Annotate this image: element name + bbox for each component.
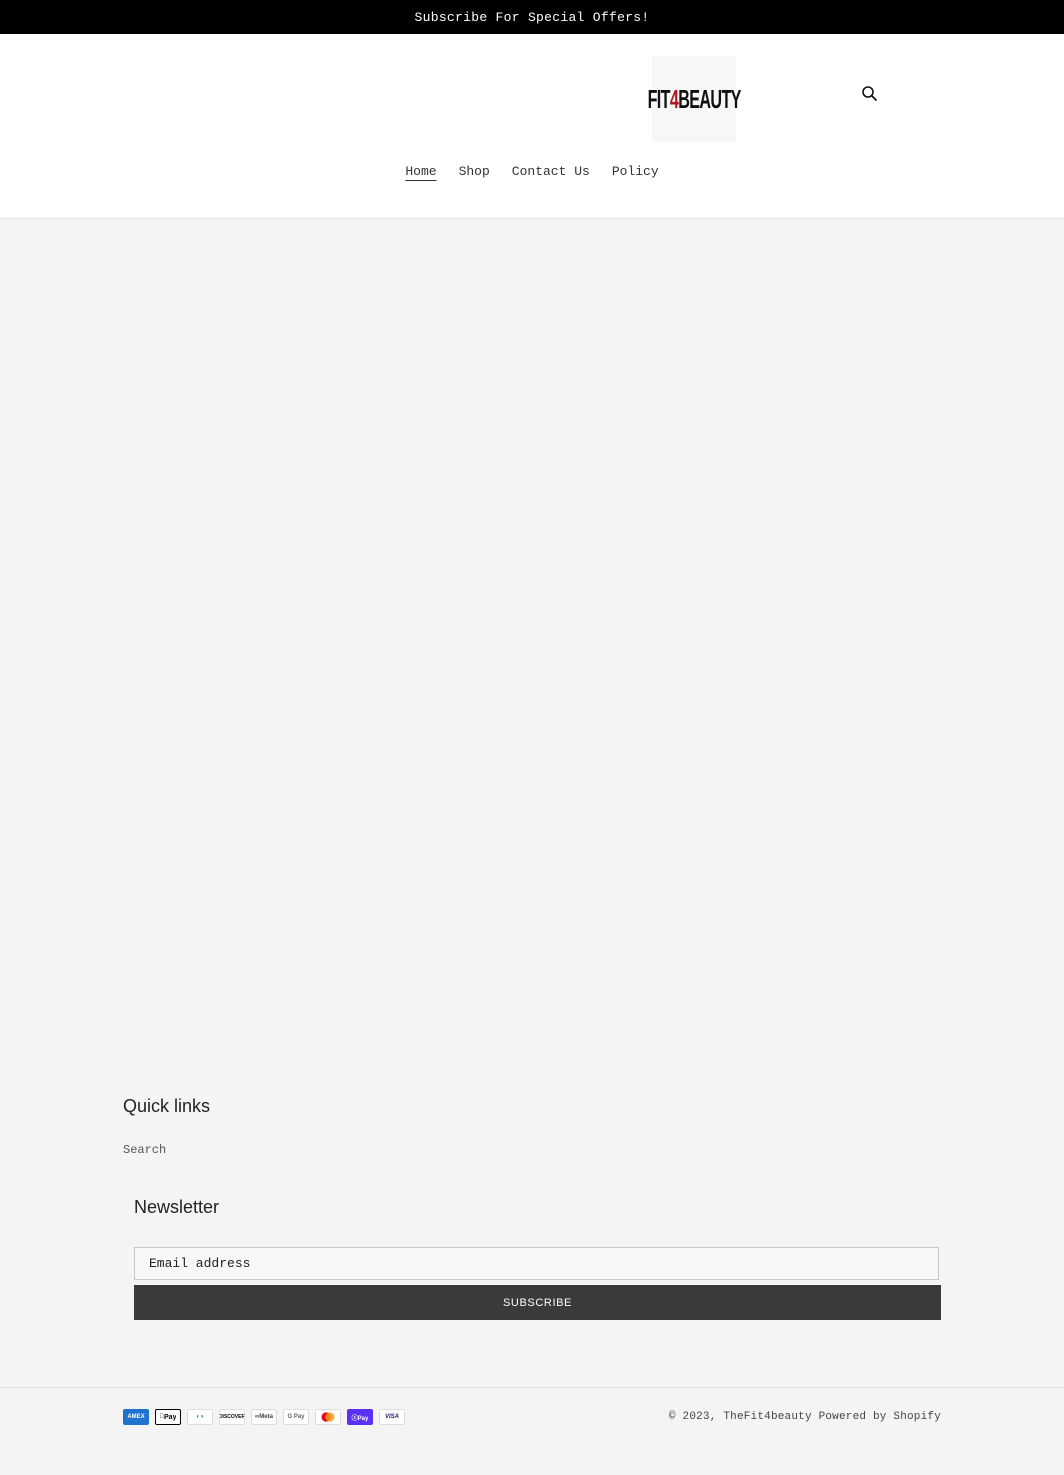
meta-pay-icon: ∞Meta [251, 1409, 277, 1425]
quick-link-search[interactable]: Search [123, 1143, 166, 1157]
nav-home[interactable]: Home [394, 164, 447, 179]
amex-icon: AMEX [123, 1409, 149, 1425]
payment-icons: AMEX Pay ◐◑ DISCOVER ∞Meta G Pay ⓢPay V… [123, 1409, 405, 1425]
logo-wordmark: FIT4BEAUTY [647, 83, 741, 114]
apple-pay-icon: Pay [155, 1409, 181, 1425]
store-logo[interactable]: FIT4BEAUTY [647, 56, 741, 142]
discover-icon: DISCOVER [219, 1409, 245, 1425]
footer-divider [0, 1387, 1064, 1388]
mastercard-icon [315, 1409, 341, 1425]
diners-club-icon: ◐◑ [187, 1409, 213, 1425]
newsletter-email-field[interactable] [134, 1247, 939, 1280]
quick-links-heading: Quick links [123, 1096, 211, 1116]
announcement-bar: Subscribe For Special Offers! [0, 0, 1064, 34]
nav-policy[interactable]: Policy [601, 164, 670, 179]
powered-by-shopify-link[interactable]: Powered by Shopify [819, 1411, 941, 1423]
site-header: FIT4BEAUTY Home Shop Contact Us Policy [0, 34, 1064, 219]
google-pay-icon: G Pay [283, 1409, 309, 1425]
store-name-link[interactable]: TheFit4beauty [723, 1411, 811, 1423]
copyright-prefix: © 2023, [668, 1411, 717, 1423]
nav-shop[interactable]: Shop [448, 164, 501, 179]
shop-pay-icon: ⓢPay [347, 1409, 373, 1425]
subscribe-button[interactable]: SUBSCRIBE [134, 1285, 941, 1320]
copyright: © 2023, TheFit4beauty Powered by Shopify [669, 1411, 941, 1423]
visa-icon: VISA [379, 1409, 405, 1425]
announcement-text: Subscribe For Special Offers! [414, 9, 650, 25]
main-nav: Home Shop Contact Us Policy [0, 164, 1064, 179]
nav-contact-us[interactable]: Contact Us [501, 164, 601, 179]
search-icon[interactable] [860, 84, 880, 104]
newsletter-heading: Newsletter [134, 1197, 220, 1217]
